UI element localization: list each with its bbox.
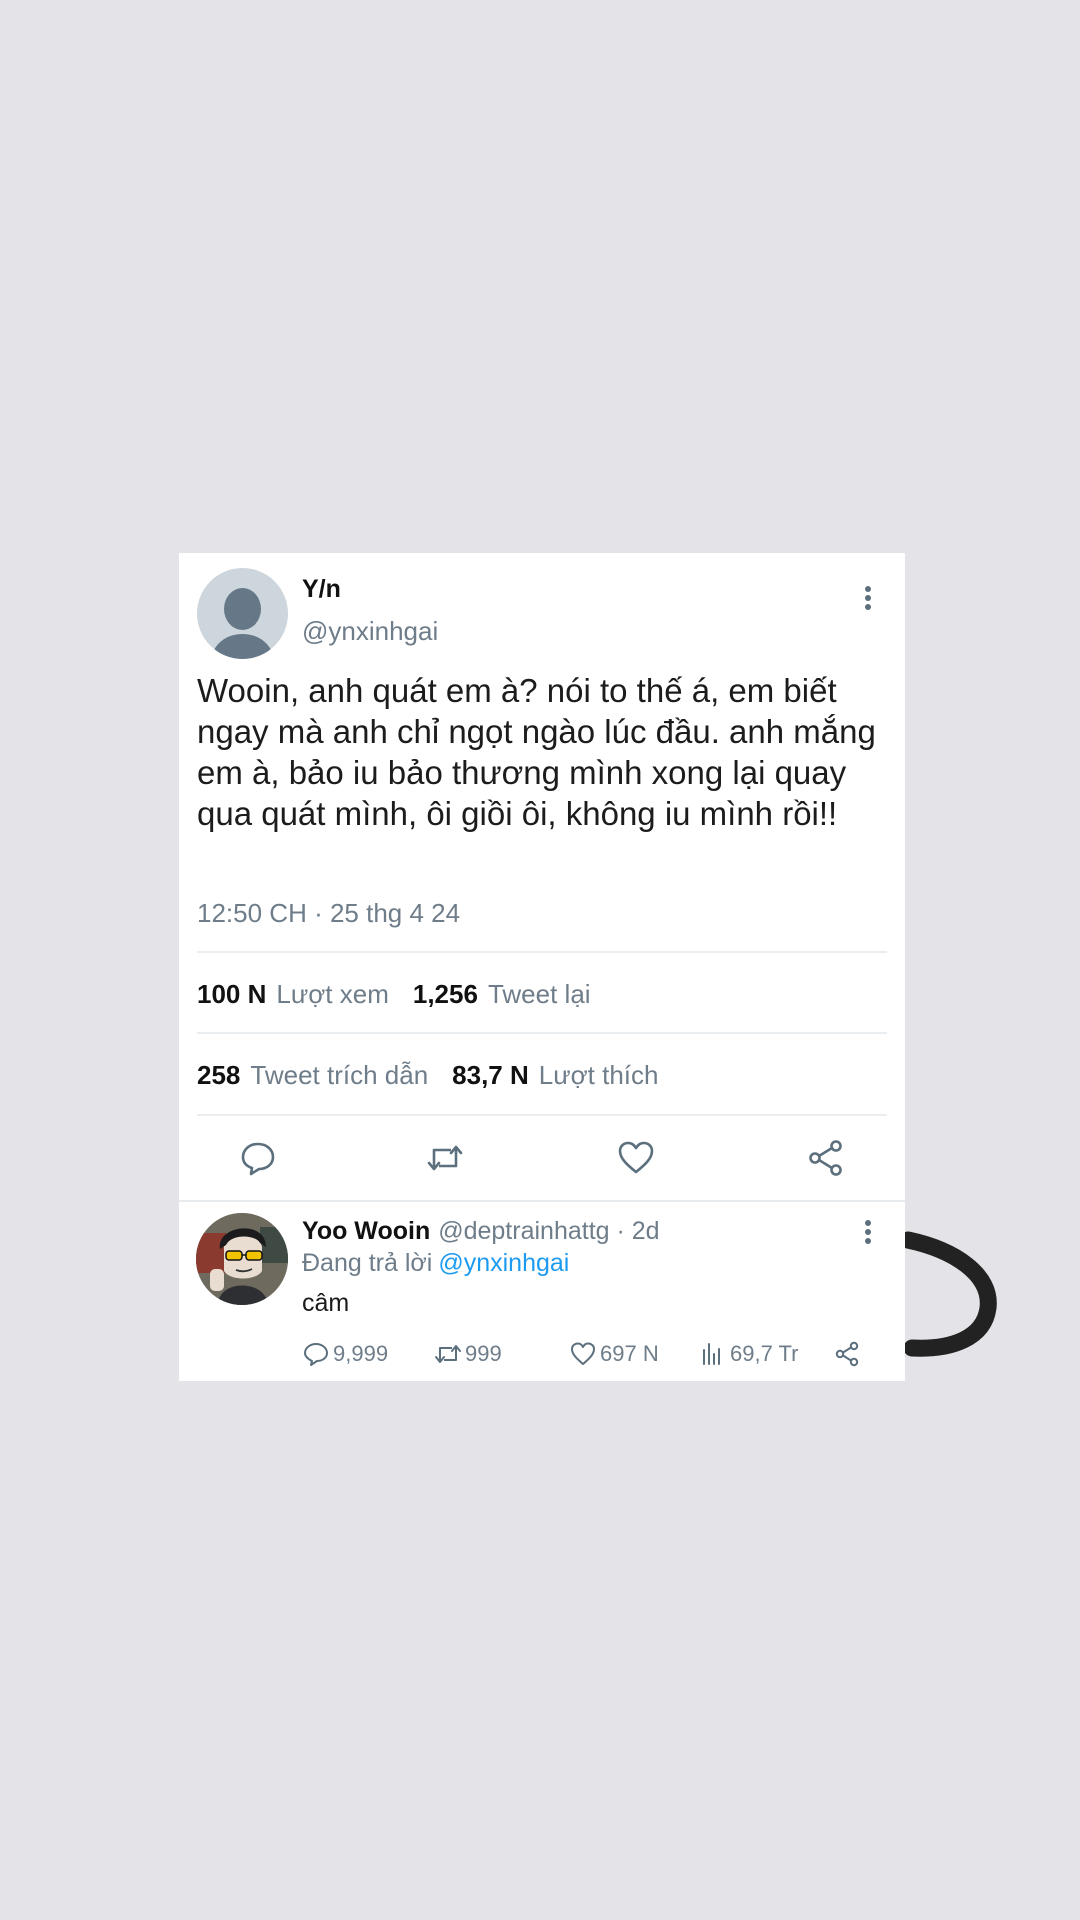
stats-row-quotes-likes: 258 Tweet trích dẫn 83,7 N Lượt thích (197, 1060, 659, 1091)
more-options-icon[interactable] (856, 581, 880, 617)
reply-likes-count: 697 N (600, 1341, 659, 1366)
replying-to-line: Đang trả lời @ynxinhgai (302, 1249, 569, 1278)
scribble-doodle (900, 1231, 997, 1357)
reply-views-count: 69,7 Tr (730, 1341, 799, 1366)
tweet-card: Y/n @ynxinhgai Wooin, anh quát em à? nói… (179, 553, 905, 1381)
reply-like-button[interactable]: 697 N (569, 1339, 659, 1369)
avatar-body-shape (212, 634, 273, 659)
share-icon (835, 1341, 859, 1367)
like-icon[interactable] (616, 1138, 656, 1178)
reply-icon (304, 1343, 328, 1366)
views-count: 100 N (197, 979, 267, 1009)
retweets-count[interactable]: 1,256 (413, 979, 478, 1009)
views-icon (703, 1343, 720, 1365)
reply-text: câm (302, 1289, 350, 1317)
replying-to-prefix: Đang trả lời (302, 1249, 433, 1277)
author-name[interactable]: Y/n (302, 575, 341, 604)
retweet-icon (435, 1345, 461, 1363)
reply-share-button[interactable] (833, 1339, 864, 1369)
share-icon[interactable] (806, 1138, 846, 1178)
default-avatar[interactable] (197, 568, 288, 659)
stats-row-views-retweets: 100 N Lượt xem 1,256 Tweet lại (197, 979, 591, 1010)
main-tweet: Y/n @ynxinhgai Wooin, anh quát em à? nói… (179, 553, 905, 1201)
author-handle[interactable]: @ynxinhgai (302, 616, 438, 647)
reply-avatar[interactable] (196, 1213, 288, 1305)
reply-retweets-count: 999 (465, 1341, 502, 1366)
reply-views-button[interactable]: 69,7 Tr (699, 1339, 798, 1369)
divider (197, 951, 887, 953)
reply-replies-button[interactable]: 9,999 (302, 1339, 388, 1369)
likes-count[interactable]: 83,7 N (452, 1060, 529, 1090)
likes-label[interactable]: Lượt thích (539, 1060, 659, 1090)
views-label: Lượt xem (276, 979, 389, 1009)
reply-icon[interactable] (238, 1138, 278, 1178)
tweet-action-bar (179, 1138, 905, 1198)
retweet-icon[interactable] (425, 1138, 465, 1178)
reply-header: Yoo Wooin @deptrainhattg · 2d (302, 1217, 660, 1246)
like-icon (571, 1342, 595, 1365)
divider (179, 1200, 905, 1202)
divider (197, 1114, 887, 1116)
quotes-count[interactable]: 258 (197, 1060, 240, 1090)
divider (197, 1032, 887, 1034)
reply-tweet[interactable]: Yoo Wooin @deptrainhattg · 2d Đang trả lờ… (179, 1203, 905, 1381)
avatar-head-shape (224, 588, 261, 630)
reply-action-bar: 9,999 999 697 N 69,7 Tr (179, 1339, 905, 1371)
reply-more-options-icon[interactable] (856, 1215, 880, 1251)
reply-avatar-illustration (196, 1213, 288, 1305)
reply-author-name[interactable]: Yoo Wooin (302, 1217, 430, 1245)
quotes-label[interactable]: Tweet trích dẫn (250, 1060, 428, 1090)
tweet-timestamp[interactable]: 12:50 CH · 25 thg 4 24 (197, 898, 460, 929)
reply-author-handle-time[interactable]: @deptrainhattg · 2d (438, 1217, 659, 1245)
reply-retweet-button[interactable]: 999 (434, 1339, 502, 1369)
reply-replies-count: 9,999 (333, 1341, 389, 1366)
retweets-label[interactable]: Tweet lại (488, 979, 591, 1009)
tweet-text: Wooin, anh quát em à? nói to thế á, em b… (197, 672, 876, 832)
replying-to-mention[interactable]: @ynxinhgai (438, 1249, 569, 1277)
